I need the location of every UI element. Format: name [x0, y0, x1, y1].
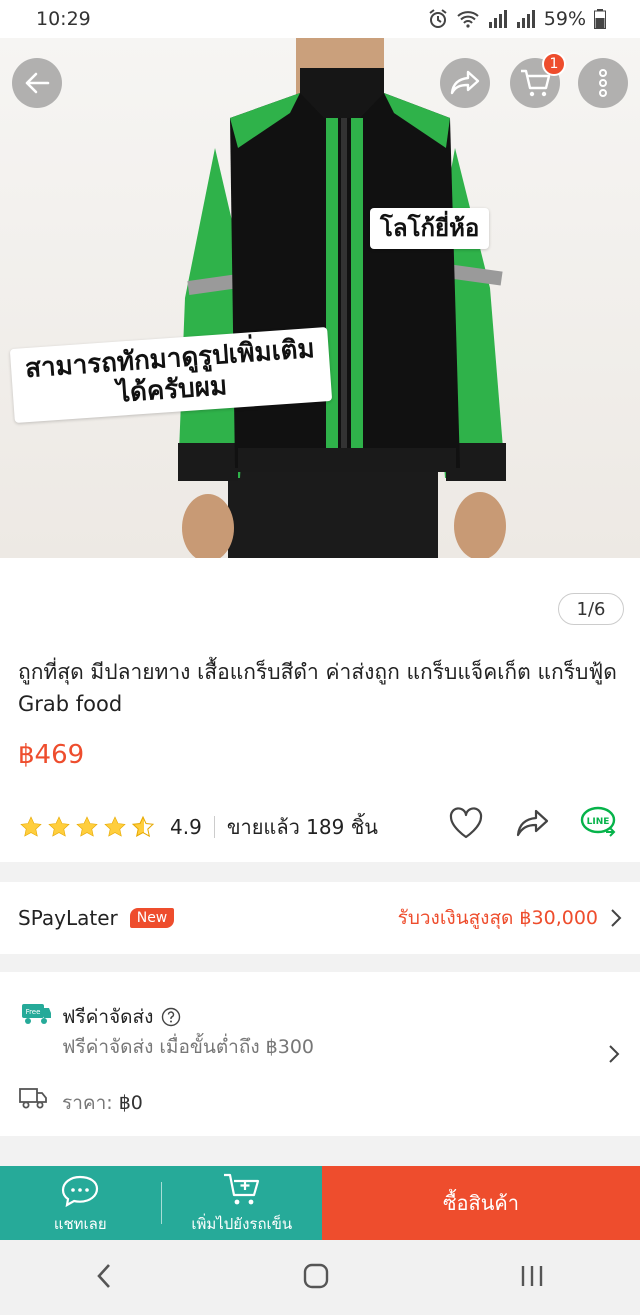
star-icon — [76, 816, 98, 837]
add-to-cart-label: เพิ่มไปยังรถเข็น — [191, 1215, 293, 1233]
bottom-secondary-actions: แชทเลย เพิ่มไปยังรถเข็น — [0, 1166, 322, 1240]
like-button[interactable] — [448, 807, 484, 843]
star-icon — [104, 816, 126, 837]
system-navigation-bar — [0, 1240, 640, 1315]
buy-now-button[interactable]: ซื้อสินค้า — [322, 1166, 640, 1240]
shipping-price: ราคา: ฿0 — [62, 1088, 143, 1118]
line-icon: LINE — [580, 806, 616, 837]
battery-icon — [594, 9, 606, 29]
cart-count-badge: 1 — [542, 52, 566, 76]
shipping-condition: ฟรีค่าจัดส่ง เมื่อขั้นต่ำถึง ฿300 — [62, 1036, 315, 1058]
new-badge: New — [129, 908, 175, 928]
star-icon — [48, 816, 70, 837]
product-image[interactable]: 1 โลโก้ยี่ห้อ สามารถทักมาดูรูปเพิ่มเติมไ… — [0, 38, 640, 558]
share-arrow-icon — [516, 809, 549, 837]
spaylater-label: SPayLater — [18, 906, 118, 930]
spaylater-row[interactable]: SPayLater New รับวงเงินสูงสุด ฿30,000 — [0, 882, 640, 954]
signal-icon — [488, 10, 508, 28]
image-caption-logo: โลโก้ยี่ห้อ — [370, 208, 490, 249]
divider — [213, 816, 215, 838]
chevron-right-icon — [611, 909, 622, 927]
jacket-illustration — [178, 38, 506, 558]
nav-home-button[interactable] — [302, 1262, 330, 1294]
add-to-cart-icon — [223, 1173, 259, 1205]
product-actions: LINE — [448, 806, 620, 844]
half-star-icon — [131, 815, 155, 838]
share-arrow-icon — [450, 70, 480, 95]
shipping-price-label: ราคา: — [62, 1092, 113, 1114]
add-to-cart-button[interactable]: เพิ่มไปยังรถเข็น — [162, 1166, 323, 1240]
free-shipping-icon: Free — [18, 1002, 52, 1030]
line-share-button[interactable]: LINE — [580, 806, 620, 844]
more-options-button[interactable] — [578, 58, 628, 108]
shipping-section[interactable]: Free ฟรีค่าจัดส่ง ฟรีค่าจัดส่ง เมื่อขั้น… — [0, 972, 640, 1136]
chat-icon — [62, 1175, 99, 1208]
star-icon — [20, 816, 42, 837]
arrow-left-icon — [25, 72, 50, 94]
alarm-icon — [428, 9, 448, 29]
nav-back-button[interactable] — [95, 1262, 113, 1294]
shipping-title: ฟรีค่าจัดส่ง — [62, 1006, 154, 1028]
svg-text:LINE: LINE — [587, 817, 610, 827]
help-icon[interactable] — [161, 1007, 181, 1027]
more-vertical-icon — [599, 69, 607, 97]
back-button[interactable] — [12, 58, 62, 108]
rating-stars — [18, 815, 156, 839]
chat-label: แชทเลย — [53, 1215, 107, 1233]
heart-icon — [449, 807, 483, 839]
image-counter: 1/6 — [558, 593, 624, 625]
nav-recents-button[interactable] — [519, 1263, 545, 1293]
shipping-price-value: ฿0 — [118, 1092, 143, 1114]
share-button[interactable] — [440, 58, 490, 108]
signal-icon-2 — [516, 10, 536, 28]
product-title: ถูกที่สุด มีปลายทาง เสื้อแกร็บสีดำ ค่าส่… — [18, 660, 617, 716]
home-icon — [303, 1263, 329, 1288]
product-price: ฿469 — [18, 740, 85, 770]
truck-icon — [18, 1086, 48, 1114]
cart-button[interactable]: 1 — [510, 52, 566, 108]
shipping-title-row: ฟรีค่าจัดส่ง — [62, 1002, 181, 1032]
sold-count: ขายแล้ว 189 ชิ้น — [226, 815, 378, 839]
chat-button[interactable]: แชทเลย — [0, 1166, 161, 1240]
status-time: 10:29 — [36, 8, 91, 30]
free-badge-text: Free — [26, 1008, 41, 1016]
bottom-action-bar: แชทเลย เพิ่มไปยังรถเข็น ซื้อสินค้า — [0, 1166, 640, 1240]
rating-row: 4.9 ขายแล้ว 189 ชิ้น — [18, 808, 378, 846]
status-bar: 10:29 59% — [0, 0, 640, 38]
battery-percent: 59% — [543, 8, 586, 30]
spaylater-offer-text: รับวงเงินสูงสุด ฿30,000 — [397, 907, 598, 929]
recents-icon — [522, 1265, 543, 1286]
chevron-left-icon — [96, 1263, 110, 1288]
chevron-right-icon — [608, 1044, 620, 1068]
wifi-icon — [456, 10, 480, 28]
rating-value: 4.9 — [170, 815, 202, 839]
share-product-button[interactable] — [514, 808, 550, 842]
status-icons: 59% — [428, 8, 606, 30]
spaylater-offer: รับวงเงินสูงสุด ฿30,000 — [398, 903, 622, 933]
